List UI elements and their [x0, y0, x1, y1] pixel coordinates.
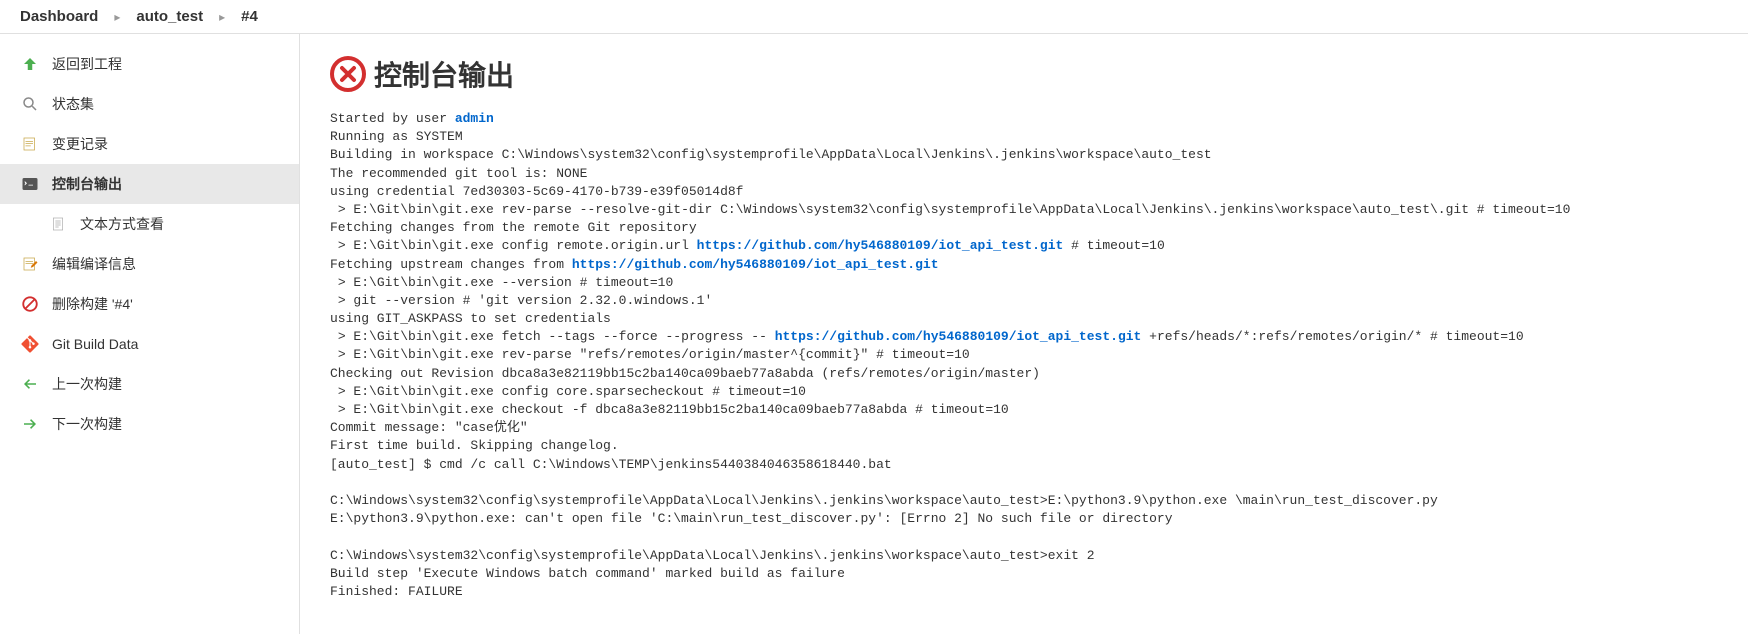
repo-link[interactable]: https://github.com/hy546880109/iot_api_t…: [697, 238, 1064, 253]
breadcrumb-project[interactable]: auto_test: [136, 8, 203, 25]
sidebar-item-label: 返回到工程: [52, 54, 122, 74]
sidebar-git-build-data[interactable]: Git Build Data: [0, 324, 299, 364]
breadcrumb-dashboard[interactable]: Dashboard: [20, 8, 98, 25]
terminal-icon: [20, 174, 40, 194]
page-title: 控制台输出: [374, 54, 514, 94]
sidebar-view-as-text[interactable]: 文本方式查看: [0, 204, 299, 244]
sidebar-edit-build-info[interactable]: 编辑编译信息: [0, 244, 299, 284]
arrow-right-icon: [20, 414, 40, 434]
main-content: 控制台输出 Started by user admin Running as S…: [300, 34, 1748, 634]
document-icon: [48, 214, 68, 234]
sidebar-next-build[interactable]: 下一次构建: [0, 404, 299, 444]
sidebar-item-label: 控制台输出: [52, 174, 122, 194]
sidebar-previous-build[interactable]: 上一次构建: [0, 364, 299, 404]
sidebar-item-label: 状态集: [52, 94, 94, 114]
git-icon: [20, 334, 40, 354]
repo-link[interactable]: https://github.com/hy546880109/iot_api_t…: [572, 257, 939, 272]
breadcrumb: Dashboard ▸ auto_test ▸ #4: [0, 0, 1748, 34]
sidebar-item-label: 上一次构建: [52, 374, 122, 394]
sidebar-item-label: 变更记录: [52, 134, 108, 154]
sidebar-delete-build[interactable]: 删除构建 '#4': [0, 284, 299, 324]
search-icon: [20, 94, 40, 114]
repo-link[interactable]: https://github.com/hy546880109/iot_api_t…: [775, 329, 1142, 344]
breadcrumb-build[interactable]: #4: [241, 8, 258, 25]
no-entry-icon: [20, 294, 40, 314]
user-link[interactable]: admin: [455, 111, 494, 126]
chevron-right-icon: ▸: [114, 10, 120, 24]
sidebar: 返回到工程 状态集 变更记录 控制台输出 文本方式查看 编辑编译信息 删除构建 …: [0, 34, 300, 634]
sidebar-item-label: Git Build Data: [52, 336, 138, 352]
arrow-left-icon: [20, 374, 40, 394]
sidebar-status[interactable]: 状态集: [0, 84, 299, 124]
sidebar-changes[interactable]: 变更记录: [0, 124, 299, 164]
sidebar-back-to-project[interactable]: 返回到工程: [0, 44, 299, 84]
console-header: 控制台输出: [330, 54, 1718, 94]
console-output: Started by user admin Running as SYSTEM …: [330, 110, 1718, 601]
sidebar-item-label: 删除构建 '#4': [52, 294, 133, 314]
sidebar-item-label: 文本方式查看: [80, 214, 164, 234]
notepad-edit-icon: [20, 254, 40, 274]
chevron-right-icon: ▸: [219, 10, 225, 24]
up-arrow-icon: [20, 54, 40, 74]
sidebar-item-label: 下一次构建: [52, 414, 122, 434]
failure-icon: [330, 56, 366, 92]
sidebar-console-output[interactable]: 控制台输出: [0, 164, 299, 204]
sidebar-item-label: 编辑编译信息: [52, 254, 136, 274]
notepad-icon: [20, 134, 40, 154]
